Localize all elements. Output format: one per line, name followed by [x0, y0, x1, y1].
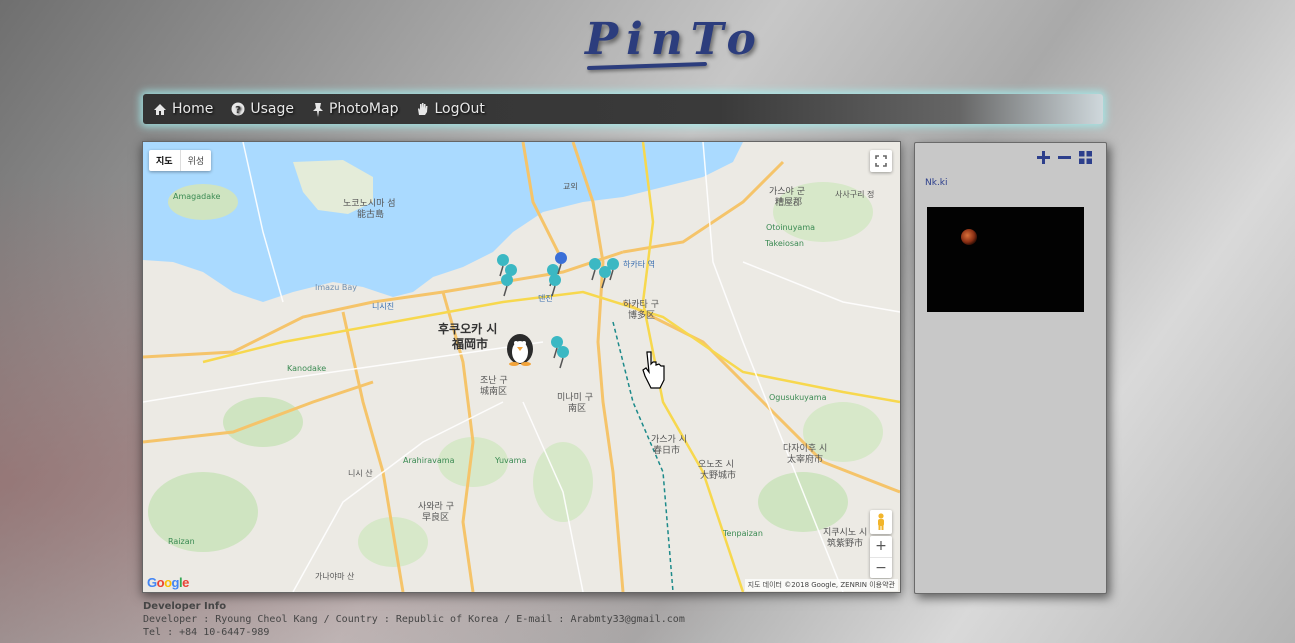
developer-info: Developer Info Developer : Ryoung Cheol … [143, 600, 685, 639]
hand-icon [418, 103, 428, 115]
map-label-dazaifu: 다자이후 시 [783, 444, 828, 454]
map-label-imazu: Imazu Bay [315, 283, 357, 292]
map-type-toggle: 지도 위성 [149, 150, 212, 171]
map-label-hakata-station: 하카타 역 [623, 260, 655, 269]
side-zoom-out-button[interactable] [1058, 149, 1071, 168]
map-label-yuvama: Yuvama [495, 456, 527, 465]
map-label-sawara-ja: 早良区 [422, 513, 450, 523]
map-label-ogusukuyama: Ogusukuyama [769, 393, 827, 402]
side-panel-toolbar [1037, 149, 1092, 168]
map-label-sasaguri: 사사구리 정 [835, 190, 875, 199]
map-label-city-ja: 福岡市 [452, 337, 489, 351]
grid-icon [1079, 151, 1092, 164]
map-label-kasuya: 가스야 군 [769, 187, 805, 197]
map-label-sawara: 사와라 구 [418, 502, 454, 512]
photo-map[interactable]: 후쿠오카 시 福岡市 하카타 구 博多区 조난 구 城南区 미나미 구 南区 가… [142, 141, 901, 593]
map-zoom-control: + − [870, 536, 892, 578]
map-label-city: 후쿠오카 시 [438, 322, 498, 336]
plus-icon [1037, 151, 1050, 164]
nav-home-label: Home [172, 101, 214, 117]
fullscreen-button[interactable] [870, 150, 892, 172]
map-label-takeiosan: Takeiosan [765, 239, 804, 248]
map-type-map[interactable]: 지도 [149, 150, 181, 171]
nav-home[interactable]: Home [153, 101, 213, 117]
map-label-nokonoshima-ja: 能古島 [357, 210, 385, 220]
side-zoom-in-button[interactable] [1037, 149, 1050, 168]
map-label-chikushino: 지쿠시노 시 [823, 528, 868, 538]
main-navbar: Home ? Usage PhotoMap LogOut [143, 94, 1103, 124]
nav-logout[interactable]: LogOut [416, 101, 485, 117]
nav-usage[interactable]: ? Usage [231, 101, 294, 117]
pegman-icon [878, 513, 884, 530]
map-label-onojo-ja: 大野城市 [700, 471, 737, 481]
map-label-arahiravama: Arahiravama [403, 456, 455, 465]
nav-photomap-label: PhotoMap [328, 101, 399, 117]
map-label-onojo: 오노조 시 [698, 460, 734, 470]
map-label-nokonoshima: 노코노시마 섬 [343, 199, 396, 209]
svg-text:?: ? [235, 105, 241, 116]
map-label-kasuga-ja: 春日市 [653, 446, 681, 456]
app-logo: PinTo [585, 14, 765, 74]
minus-icon [1058, 156, 1071, 159]
pin-icon [312, 102, 323, 117]
map-zoom-in-button[interactable]: + [870, 536, 892, 558]
map-label-kagamiyama: 가나야마 산 [315, 572, 355, 581]
map-type-satellite[interactable]: 위성 [181, 150, 212, 171]
map-label-jonan: 조난 구 [480, 376, 508, 386]
map-label-nishijin: 니시진 [372, 302, 395, 311]
nav-logout-label: LogOut [434, 101, 485, 117]
map-label-nishi: 니시 산 [348, 469, 373, 478]
map-label-tenpaizan: Tenpaizan [723, 529, 763, 538]
map-label-jonan-ja: 城南区 [480, 387, 508, 397]
photo-thumbnail[interactable] [927, 207, 1084, 312]
map-label-hakata-ja: 博多区 [628, 311, 656, 321]
map-label-kasuya-ja: 糟屋郡 [775, 198, 803, 208]
moon-image [961, 229, 977, 245]
map-label-minami: 미나미 구 [557, 393, 593, 403]
map-label-hakata: 하카타 구 [623, 300, 659, 310]
map-zoom-out-button[interactable]: − [870, 558, 892, 579]
street-view-button[interactable] [870, 510, 892, 534]
penguin-marker [507, 334, 533, 366]
google-logo: Google [147, 575, 189, 590]
photo-side-panel: Nk.ki [914, 142, 1107, 594]
map-label-kanodake: Kanodake [287, 364, 327, 373]
map-label-suburb: 교외 [563, 182, 578, 191]
side-photo-label: Nk.ki [925, 178, 948, 188]
fullscreen-icon [875, 155, 887, 167]
map-label-tenjin: 덴진 [538, 294, 553, 303]
map-attribution[interactable]: 지도 데이터 ©2018 Google, ZENRIN 이용약관 [744, 579, 898, 591]
developer-info-title: Developer Info [143, 601, 227, 612]
nav-usage-label: Usage [250, 101, 294, 117]
map-label-minami-ja: 南区 [568, 404, 587, 414]
developer-info-line2: Tel : +84 10-6447-989 [143, 627, 270, 638]
developer-info-line1: Developer : Ryoung Cheol Kang / Country … [143, 614, 685, 625]
logo-text: PinTo [585, 14, 764, 65]
map-label-kasuga: 가스가 시 [651, 435, 687, 445]
question-icon: ? [231, 102, 245, 116]
map-label-otoinuyama: Otoinuyama [766, 223, 816, 232]
nav-photomap[interactable]: PhotoMap [312, 101, 398, 117]
home-icon [154, 103, 166, 115]
side-grid-button[interactable] [1079, 149, 1092, 168]
map-label-amagadake: Amagadake [173, 192, 221, 201]
map-label-dazaifu-ja: 太宰府市 [787, 455, 824, 465]
map-label-raizan: Raizan [168, 537, 195, 546]
map-label-chikushino-ja: 筑紫野市 [827, 539, 864, 549]
map-base[interactable] [143, 142, 900, 592]
